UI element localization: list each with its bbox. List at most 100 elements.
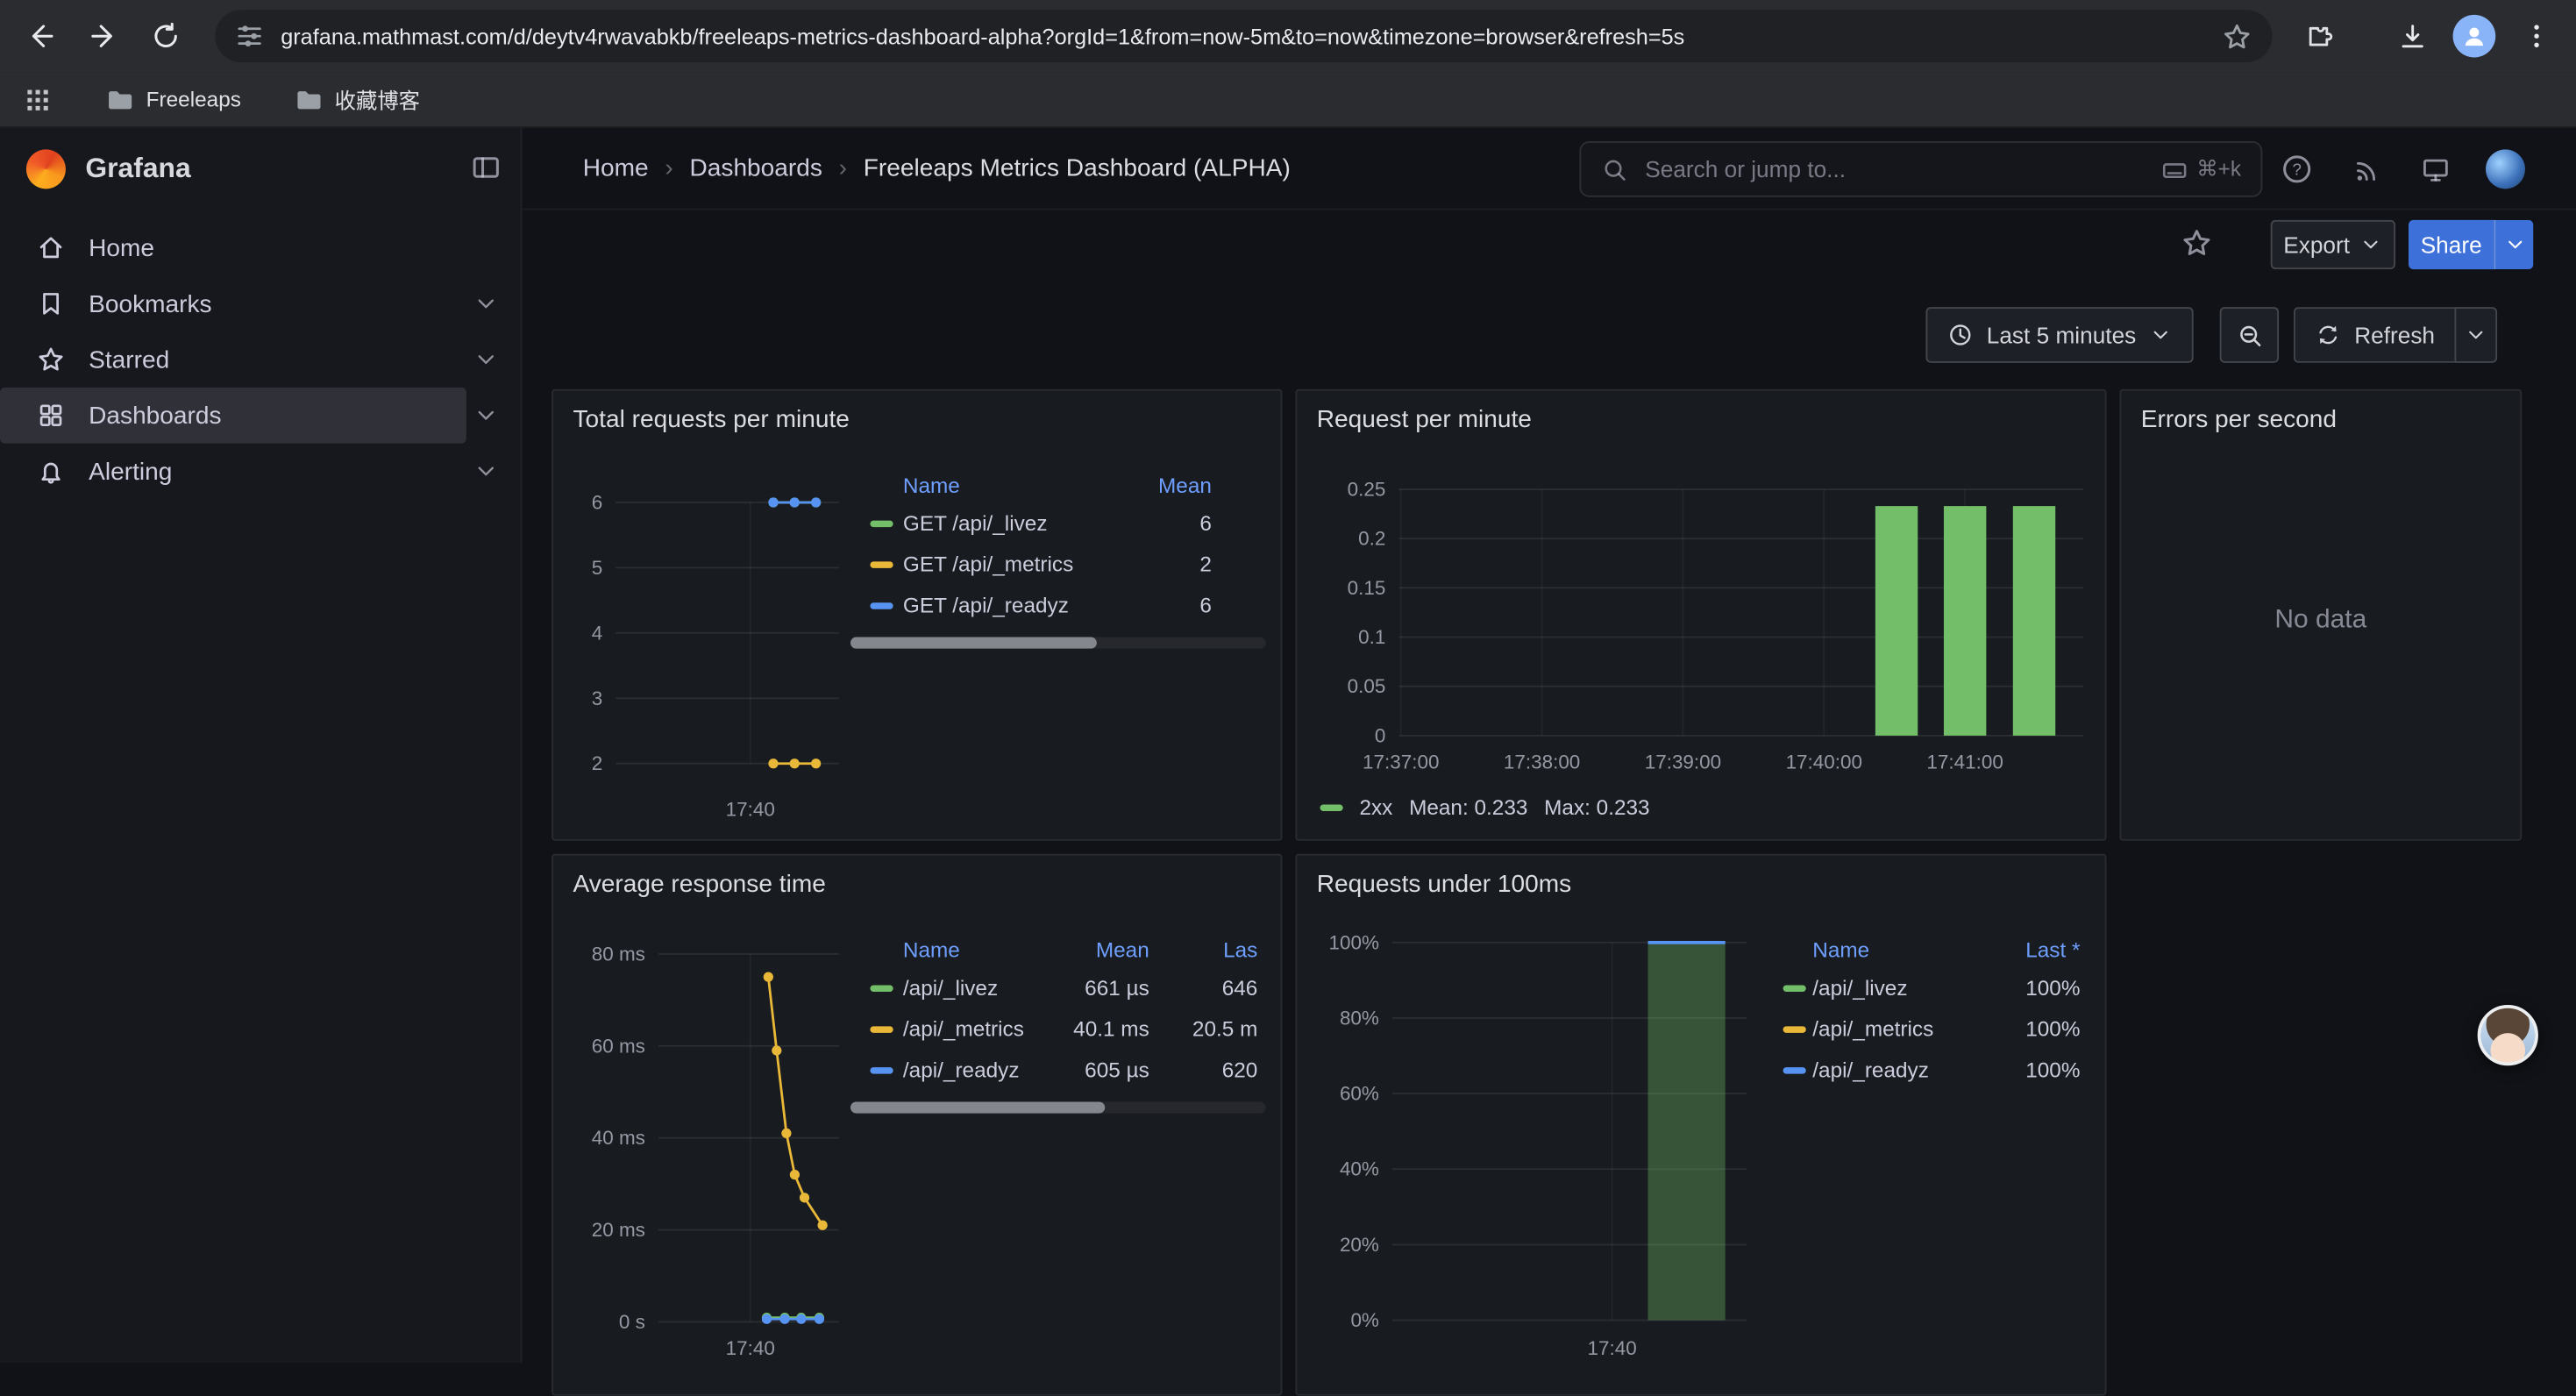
- legend-row[interactable]: /api/_readyz 605 µs 620: [850, 1050, 1266, 1091]
- legend-header-last[interactable]: Las: [1159, 937, 1257, 961]
- svg-text:0.15: 0.15: [1348, 577, 1386, 599]
- svg-text:?: ?: [2292, 160, 2301, 179]
- sidebar-item-starred[interactable]: Starred: [0, 331, 522, 388]
- time-range-picker[interactable]: Last 5 minutes: [1925, 307, 2193, 363]
- user-avatar[interactable]: [2486, 149, 2525, 189]
- forward-arrow-icon: [87, 19, 119, 52]
- legend-row[interactable]: GET /api/_livez 6: [850, 502, 1266, 544]
- legend-header-mean[interactable]: Mean: [1136, 472, 1212, 496]
- legend-header: Name Mean Las: [850, 931, 1266, 967]
- home-icon: [36, 233, 66, 263]
- sidebar-item-dashboards[interactable]: Dashboards: [0, 388, 466, 444]
- panel-title[interactable]: Average response time: [553, 856, 1281, 899]
- refresh-interval-button[interactable]: [2454, 307, 2497, 363]
- chevron-down-icon[interactable]: [473, 402, 499, 429]
- legend-header-name[interactable]: Name: [1812, 937, 1991, 961]
- zoom-out-icon: [2235, 321, 2263, 349]
- legend-header-last[interactable]: Last *: [1998, 937, 2081, 961]
- reload-button[interactable]: [138, 8, 194, 64]
- bookmark-star-icon[interactable]: [2222, 20, 2253, 52]
- site-settings-icon[interactable]: [235, 21, 265, 51]
- sidebar-item-bookmarks[interactable]: Bookmarks: [0, 276, 522, 332]
- monitor-icon: [2419, 153, 2451, 185]
- bookmark-blogs[interactable]: 收藏博客: [281, 77, 433, 122]
- share-button[interactable]: Share: [2409, 220, 2494, 269]
- bookmark-freeleaps[interactable]: Freeleaps: [92, 78, 254, 121]
- floating-assistant-avatar[interactable]: [2478, 1005, 2538, 1065]
- news-button[interactable]: [2348, 151, 2384, 187]
- reload-icon: [149, 19, 181, 52]
- share-menu-button[interactable]: [2494, 220, 2533, 269]
- legend-row[interactable]: GET /api/_metrics 2: [850, 544, 1266, 585]
- browser-menu-button[interactable]: [2508, 8, 2565, 64]
- legend-row[interactable]: /api/_metrics 40.1 ms 20.5 m: [850, 1008, 1266, 1050]
- chevron-down-icon[interactable]: [473, 458, 499, 484]
- downloads-button[interactable]: [2384, 8, 2440, 64]
- export-button[interactable]: Export: [2271, 220, 2395, 269]
- legend-row[interactable]: GET /api/_readyz 6: [850, 585, 1266, 626]
- series-color-dash: [870, 520, 893, 526]
- url-input[interactable]: [281, 24, 2221, 48]
- kebab-menu-icon: [2522, 21, 2551, 51]
- breadcrumb-separator: ›: [839, 154, 847, 182]
- svg-text:80%: 80%: [1340, 1007, 1379, 1029]
- panel-title[interactable]: Request per minute: [1297, 391, 2104, 434]
- legend-table: Name Last * /api/_livez 100% /api/_metri…: [1783, 931, 2089, 1091]
- sidebar-item-home[interactable]: Home: [0, 220, 522, 276]
- refresh-label: Refresh: [2354, 322, 2435, 348]
- search-bar[interactable]: ⌘+k: [1579, 141, 2262, 197]
- legend-row[interactable]: /api/_livez 100%: [1783, 967, 2089, 1008]
- folder-icon: [294, 84, 324, 114]
- legend-header-mean[interactable]: Mean: [1057, 937, 1149, 961]
- bookmark-label: Freeleaps: [146, 87, 241, 111]
- series-mean: 6: [1136, 593, 1212, 617]
- scrollbar-thumb[interactable]: [850, 1101, 1105, 1113]
- legend-header-name[interactable]: Name: [903, 937, 1048, 961]
- legend-scrollbar[interactable]: [850, 1101, 1266, 1113]
- sidebar-item-alerting[interactable]: Alerting: [0, 444, 522, 500]
- breadcrumb-home[interactable]: Home: [583, 154, 649, 182]
- breadcrumb-dashboards[interactable]: Dashboards: [689, 154, 822, 182]
- legend-header-name[interactable]: Name: [903, 472, 1127, 496]
- legend-row[interactable]: /api/_livez 661 µs 646: [850, 967, 1266, 1008]
- panel-title[interactable]: Total requests per minute: [553, 391, 1281, 434]
- legend-item-2xx[interactable]: 2xx Mean: 0.233 Max: 0.233: [1320, 794, 1650, 819]
- zoom-out-button[interactable]: [2220, 307, 2279, 363]
- scrollbar-thumb[interactable]: [850, 637, 1097, 649]
- refresh-button[interactable]: Refresh: [2294, 307, 2455, 363]
- legend-scrollbar[interactable]: [850, 637, 1266, 649]
- profile-person-icon: [2459, 21, 2489, 51]
- search-input[interactable]: [1645, 156, 2160, 182]
- series-name: GET /api/_metrics: [903, 552, 1127, 576]
- export-label: Export: [2283, 231, 2350, 258]
- forward-button[interactable]: [75, 8, 132, 64]
- svg-text:17:39:00: 17:39:00: [1645, 751, 1721, 773]
- panel-title[interactable]: Requests under 100ms: [1297, 856, 2104, 899]
- series-last: 100%: [1998, 1058, 2081, 1082]
- help-button[interactable]: ?: [2279, 151, 2315, 187]
- extensions-button[interactable]: [2290, 8, 2346, 64]
- chevron-down-icon[interactable]: [473, 290, 499, 317]
- series-last: 100%: [1998, 975, 2081, 1000]
- search-shortcut: ⌘+k: [2160, 155, 2241, 183]
- sidebar-item-label: Starred: [89, 345, 169, 374]
- apps-grid-button[interactable]: [13, 75, 62, 124]
- legend-row[interactable]: /api/_readyz 100%: [1783, 1050, 2089, 1091]
- display-button[interactable]: [2416, 151, 2452, 187]
- legend-row[interactable]: /api/_metrics 100%: [1783, 1008, 2089, 1050]
- svg-text:17:40: 17:40: [1588, 1337, 1637, 1359]
- sidebar-collapse-button[interactable]: [470, 151, 502, 183]
- address-bar[interactable]: [215, 10, 2272, 62]
- series-mean: 40.1 ms: [1057, 1016, 1149, 1041]
- chevron-down-icon[interactable]: [473, 346, 499, 373]
- back-button[interactable]: [13, 8, 69, 64]
- grafana-logo-icon[interactable]: [26, 149, 66, 189]
- requests-per-minute-chart: 0.250.20.150.10.05017:37:0017:38:0017:39…: [1307, 470, 2092, 799]
- series-name: GET /api/_livez: [903, 510, 1127, 535]
- browser-profile-avatar[interactable]: [2453, 15, 2496, 58]
- favorite-dashboard-button[interactable]: [2181, 226, 2213, 259]
- panel-requests-per-minute: Request per minute 0.250.20.150.10.05017…: [1295, 389, 2106, 841]
- panel-title[interactable]: Errors per second: [2121, 391, 2520, 434]
- bookmark-icon: [36, 289, 66, 319]
- star-outline-icon: [2181, 226, 2213, 259]
